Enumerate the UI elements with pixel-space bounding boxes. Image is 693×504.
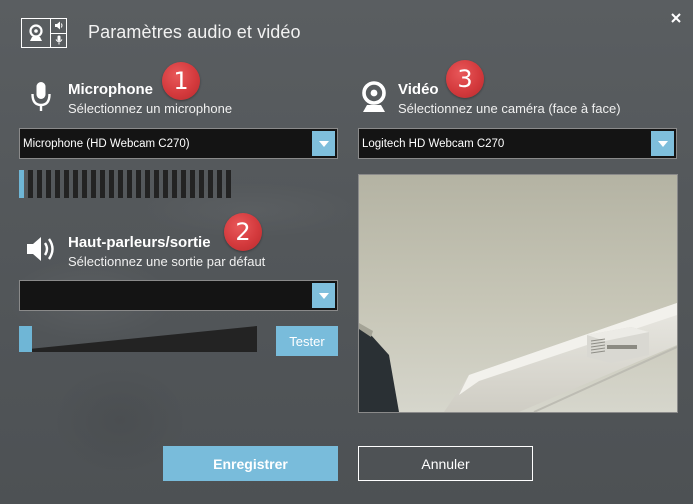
microphone-select[interactable]: Microphone (HD Webcam C270) xyxy=(19,128,338,159)
step-badge-3: 3 xyxy=(446,60,484,98)
level-bar xyxy=(145,170,150,198)
microphone-title: Microphone xyxy=(68,81,153,98)
webcam-icon xyxy=(360,80,388,114)
cancel-button[interactable]: Annuler xyxy=(358,446,533,481)
level-bar xyxy=(226,170,231,198)
camera-select[interactable]: Logitech HD Webcam C270 xyxy=(358,128,677,159)
camera-preview-image xyxy=(359,175,677,412)
camera-select-value: Logitech HD Webcam C270 xyxy=(362,137,505,150)
level-bar xyxy=(19,170,24,198)
level-bar xyxy=(154,170,159,198)
volume-slider-track[interactable] xyxy=(19,326,257,352)
microphone-icon xyxy=(26,80,56,114)
speaker-icon xyxy=(24,233,60,265)
level-bar xyxy=(109,170,114,198)
dialog-title: Paramètres audio et vidéo xyxy=(88,22,301,42)
level-bar xyxy=(37,170,42,198)
test-button[interactable]: Tester xyxy=(276,326,338,356)
step-badge-1: 1 xyxy=(162,62,200,100)
level-bar xyxy=(100,170,105,198)
speakers-subtitle: Sélectionnez une sortie par défaut xyxy=(68,254,266,269)
step-badge-2: 2 xyxy=(224,213,262,251)
level-bar xyxy=(82,170,87,198)
video-subtitle: Sélectionnez une caméra (face à face) xyxy=(398,101,621,116)
av-settings-icon xyxy=(21,18,67,48)
microphone-level-meter xyxy=(19,170,231,198)
level-bar xyxy=(172,170,177,198)
close-icon xyxy=(671,13,681,23)
level-bar xyxy=(199,170,204,198)
close-button[interactable] xyxy=(668,10,684,26)
chevron-down-icon[interactable] xyxy=(312,283,335,308)
level-bar xyxy=(46,170,51,198)
level-bar xyxy=(136,170,141,198)
level-bar xyxy=(208,170,213,198)
level-bar xyxy=(91,170,96,198)
level-bar xyxy=(190,170,195,198)
volume-slider-handle[interactable] xyxy=(19,326,32,352)
level-bar xyxy=(73,170,78,198)
microphone-select-value: Microphone (HD Webcam C270) xyxy=(23,137,190,150)
level-bar xyxy=(181,170,186,198)
video-title: Vidéo xyxy=(398,81,439,98)
speakers-select[interactable] xyxy=(19,280,338,311)
level-bar xyxy=(217,170,222,198)
level-bar xyxy=(163,170,168,198)
level-bar xyxy=(118,170,123,198)
chevron-down-icon[interactable] xyxy=(312,131,335,156)
microphone-subtitle: Sélectionnez un microphone xyxy=(68,101,233,116)
level-bar xyxy=(127,170,132,198)
chevron-down-icon[interactable] xyxy=(651,131,674,156)
speakers-title: Haut-parleurs/sortie xyxy=(68,234,211,251)
level-bar xyxy=(55,170,60,198)
level-bar xyxy=(64,170,69,198)
camera-preview xyxy=(358,174,678,413)
save-button[interactable]: Enregistrer xyxy=(163,446,338,481)
level-bar xyxy=(28,170,33,198)
